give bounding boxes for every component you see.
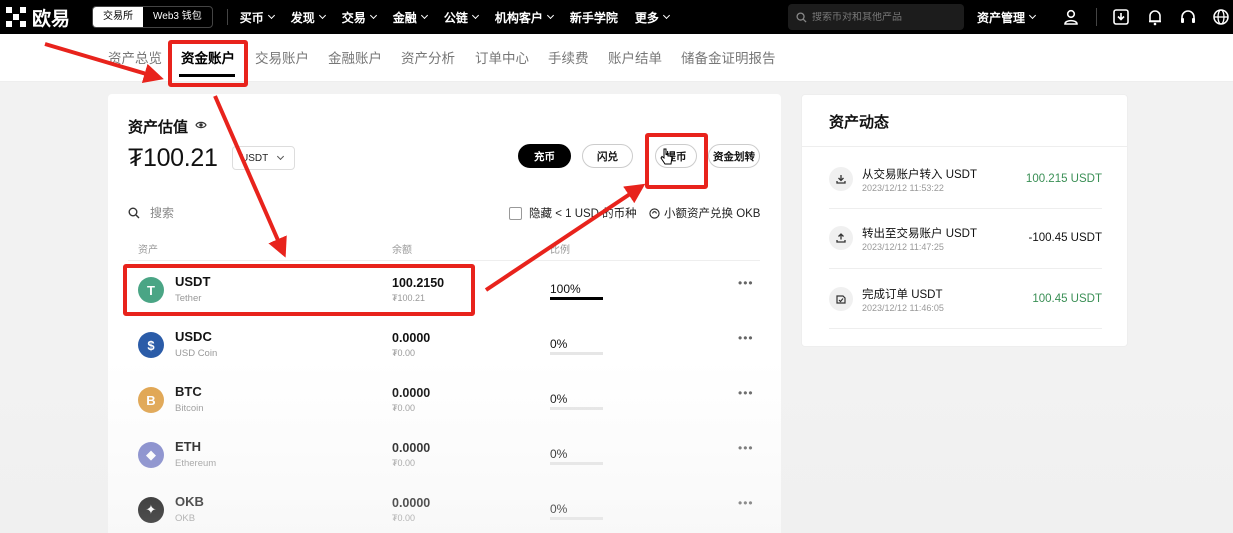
arrow-to-funding-tab xyxy=(44,42,164,84)
arrow-to-usdt-row xyxy=(213,95,287,258)
annotation-arrows xyxy=(44,42,646,292)
arrow-to-withdraw xyxy=(484,183,646,292)
